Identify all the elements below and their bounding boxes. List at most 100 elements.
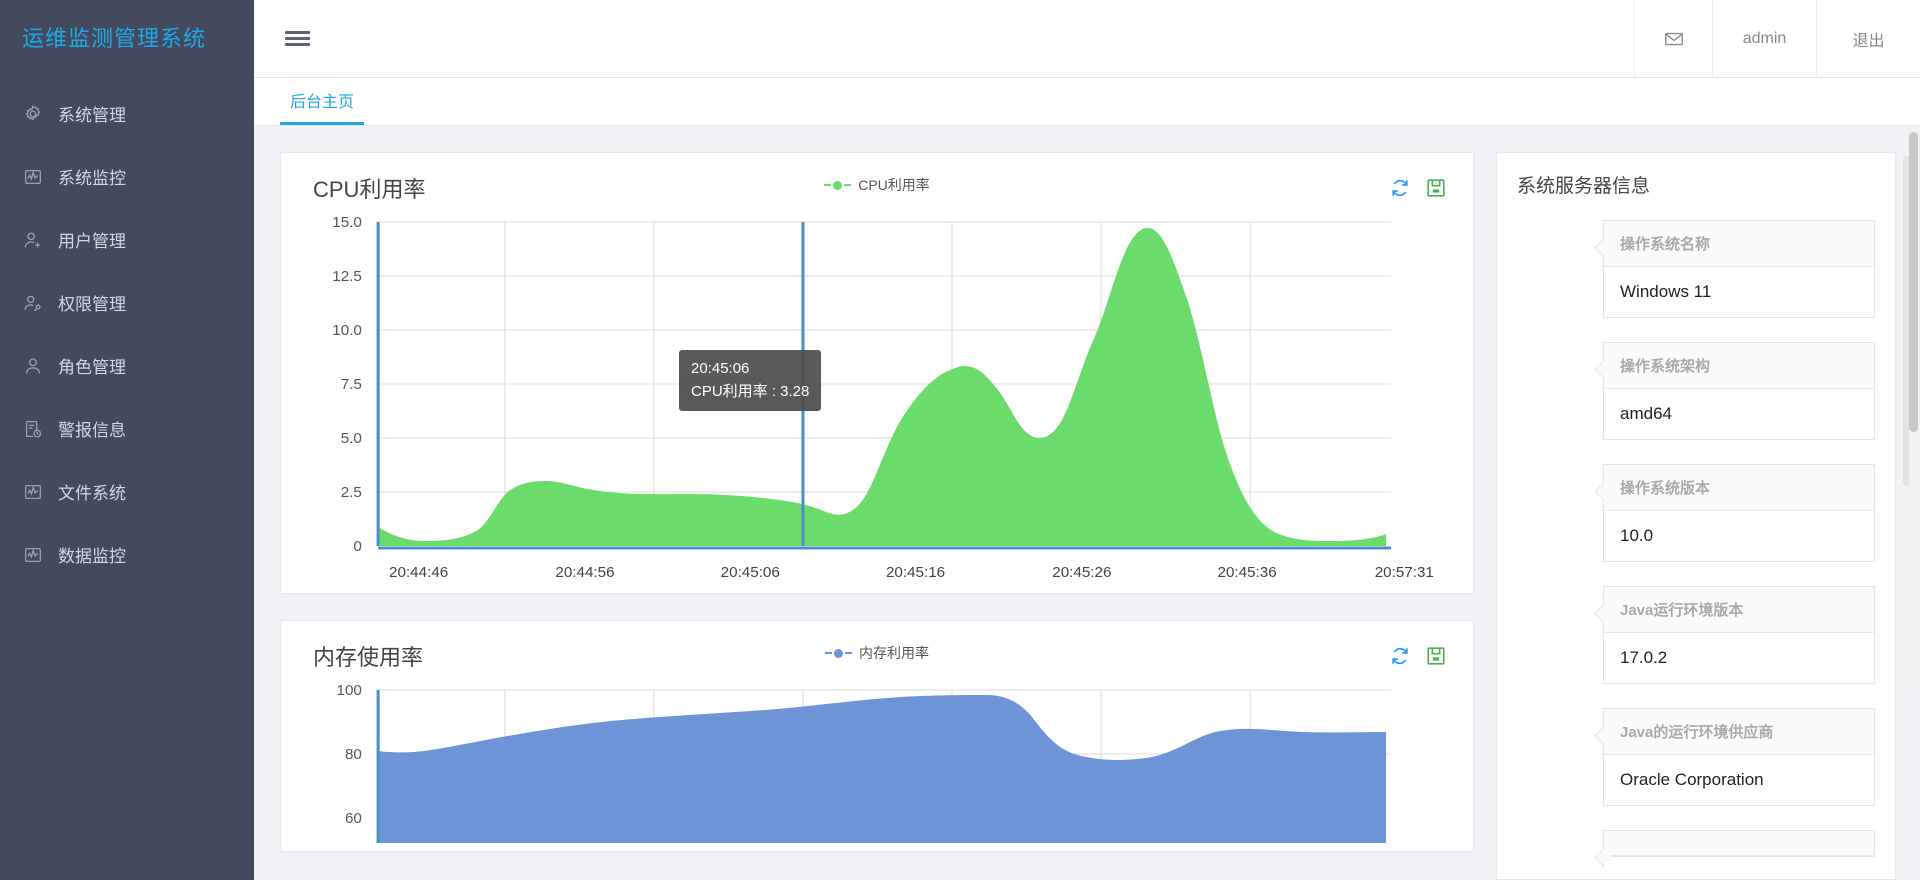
gear-icon (22, 103, 44, 125)
info-item-partial (1603, 830, 1875, 857)
legend-label-cpu: CPU利用率 (858, 177, 930, 193)
cpu-chart-actions (1389, 177, 1455, 199)
mem-chart-legend: 内存利用率 (299, 643, 1455, 663)
sidebar-item-system-monitor[interactable]: 系统监控 (0, 145, 254, 208)
info-item-label (1604, 831, 1874, 856)
main-area: admin 退出 后台主页 CPU利用率 CPU利用率 15.0 12.5 10… (254, 0, 1920, 880)
cpu-chart-title: CPU利用率 (313, 177, 426, 202)
legend-label-mem: 内存利用率 (859, 645, 929, 661)
x-tick-label: 20:44:56 (555, 564, 614, 581)
info-item-label: 操作系统架构 (1604, 343, 1874, 389)
server-info-list: 操作系统名称 Windows 11 操作系统架构 amd64 操作系统版本 10… (1517, 220, 1875, 857)
y-tick-label: 12.5 (332, 268, 362, 285)
info-item: Java运行环境版本 17.0.2 (1603, 586, 1875, 684)
info-item-value: 17.0.2 (1620, 648, 1668, 667)
sidebar-item-label: 系统监控 (58, 169, 126, 188)
info-item-label: Java的运行环境供应商 (1604, 709, 1874, 755)
sidebar-nav: 系统管理 系统监控 用户管理 权限管理 角色管理 警报信息 文件系统 数据监控 (0, 74, 254, 586)
sidebar-item-label: 角色管理 (58, 358, 126, 377)
x-tick-label: 20:45:26 (1052, 564, 1111, 581)
x-tick-label: 20:57:31 (1375, 564, 1434, 581)
sidebar-item-data-monitor[interactable]: 数据监控 (0, 523, 254, 586)
x-tick-label: 20:45:16 (886, 564, 945, 581)
y-tick-label: 2.5 (341, 484, 362, 501)
info-item-label: Java运行环境版本 (1604, 587, 1874, 633)
y-tick-label: 100 (337, 682, 362, 699)
cpu-chart-header: CPU利用率 CPU利用率 (299, 171, 1455, 205)
y-tick-label: 10.0 (332, 322, 362, 339)
y-tick-label: 80 (345, 746, 362, 763)
cpu-chart-plot[interactable]: 15.0 12.5 10.0 7.5 5.0 2.5 0 20:44:46 20… (299, 205, 1455, 585)
logout-button[interactable]: 退出 (1816, 0, 1920, 77)
mem-chart-title: 内存使用率 (313, 645, 424, 670)
sidebar-item-label: 数据监控 (58, 547, 126, 566)
mem-chart-plot[interactable]: 100 80 60 (299, 673, 1455, 843)
user-menu[interactable]: admin (1712, 0, 1816, 77)
y-tick-label: 0 (353, 538, 361, 555)
sidebar-item-label: 用户管理 (58, 232, 126, 251)
server-info-column: 系统服务器信息 操作系统名称 Windows 11 操作系统架构 amd64 操… (1496, 152, 1910, 880)
sidebar-item-role-management[interactable]: 角色管理 (0, 334, 254, 397)
mem-area-series (378, 695, 1387, 843)
monitor-icon (22, 481, 44, 503)
sidebar-item-file-system[interactable]: 文件系统 (0, 460, 254, 523)
user-key-icon (22, 292, 44, 314)
sidebar-item-label: 权限管理 (58, 295, 126, 314)
info-item-value: Windows 11 (1620, 282, 1712, 301)
legend-marker-cpu (824, 180, 852, 190)
refresh-icon[interactable] (1389, 177, 1411, 199)
page-scrollbar-thumb[interactable] (1909, 132, 1918, 432)
tab-home[interactable]: 后台主页 (280, 78, 365, 125)
refresh-icon[interactable] (1389, 645, 1411, 667)
sidebar-item-label: 警报信息 (58, 421, 126, 440)
info-item: 操作系统架构 amd64 (1603, 342, 1875, 440)
info-item-label: 操作系统版本 (1604, 465, 1874, 511)
sidebar-item-alert-info[interactable]: 警报信息 (0, 397, 254, 460)
content-area: CPU利用率 CPU利用率 15.0 12.5 10.0 7.5 5.0 2.5… (254, 126, 1920, 880)
sidebar-item-system-management[interactable]: 系统管理 (0, 82, 254, 145)
legend-marker-mem (825, 648, 852, 658)
info-item: Java的运行环境供应商 Oracle Corporation (1603, 708, 1875, 806)
sidebar-item-label: 系统管理 (58, 106, 126, 125)
sidebar-item-user-management[interactable]: 用户管理 (0, 208, 254, 271)
envelope-icon[interactable] (1634, 0, 1712, 77)
y-tick-label: 60 (345, 810, 362, 827)
user-icon (22, 355, 44, 377)
info-item-value: amd64 (1620, 404, 1672, 423)
info-item-value: 10.0 (1620, 526, 1654, 545)
save-icon[interactable] (1425, 645, 1447, 667)
monitor-icon (22, 166, 44, 188)
info-item: 操作系统版本 10.0 (1603, 464, 1875, 562)
sidebar-item-label: 文件系统 (58, 484, 126, 503)
app-root: 运维监测管理系统 系统管理 系统监控 用户管理 权限管理 角色管理 警报信息 文… (0, 0, 1920, 880)
x-tick-label: 20:45:36 (1218, 564, 1277, 581)
cpu-chart-legend: CPU利用率 (299, 175, 1455, 195)
x-tick-label: 20:44:46 (389, 564, 448, 581)
server-info-card: 系统服务器信息 操作系统名称 Windows 11 操作系统架构 amd64 操… (1496, 152, 1910, 880)
info-item-label: 操作系统名称 (1604, 221, 1874, 267)
monitor-icon (22, 544, 44, 566)
y-tick-label: 7.5 (341, 376, 362, 393)
x-tick-label: 20:45:06 (721, 564, 780, 581)
sidebar-item-permission-management[interactable]: 权限管理 (0, 271, 254, 334)
info-item-value: Oracle Corporation (1620, 770, 1764, 789)
y-tick-label: 15.0 (332, 214, 362, 231)
memory-usage-card: 内存使用率 内存利用率 100 80 60 (280, 620, 1474, 852)
topbar: admin 退出 (254, 0, 1920, 78)
charts-column: CPU利用率 CPU利用率 15.0 12.5 10.0 7.5 5.0 2.5… (280, 152, 1474, 880)
alert-clock-icon (22, 418, 44, 440)
sidebar: 运维监测管理系统 系统管理 系统监控 用户管理 权限管理 角色管理 警报信息 文… (0, 0, 254, 880)
tabbar: 后台主页 (254, 78, 1920, 126)
page-scrollbar[interactable] (1909, 132, 1918, 692)
mem-chart-actions (1389, 645, 1455, 667)
brand-title: 运维监测管理系统 (22, 26, 207, 51)
cpu-usage-card: CPU利用率 CPU利用率 15.0 12.5 10.0 7.5 5.0 2.5… (280, 152, 1474, 594)
mem-chart-header: 内存使用率 内存利用率 (299, 639, 1455, 673)
hamburger-icon[interactable] (254, 0, 340, 77)
save-icon[interactable] (1425, 177, 1447, 199)
info-item: 操作系统名称 Windows 11 (1603, 220, 1875, 318)
y-tick-label: 5.0 (341, 430, 362, 447)
server-info-title: 系统服务器信息 (1517, 176, 1651, 197)
user-add-icon (22, 229, 44, 251)
